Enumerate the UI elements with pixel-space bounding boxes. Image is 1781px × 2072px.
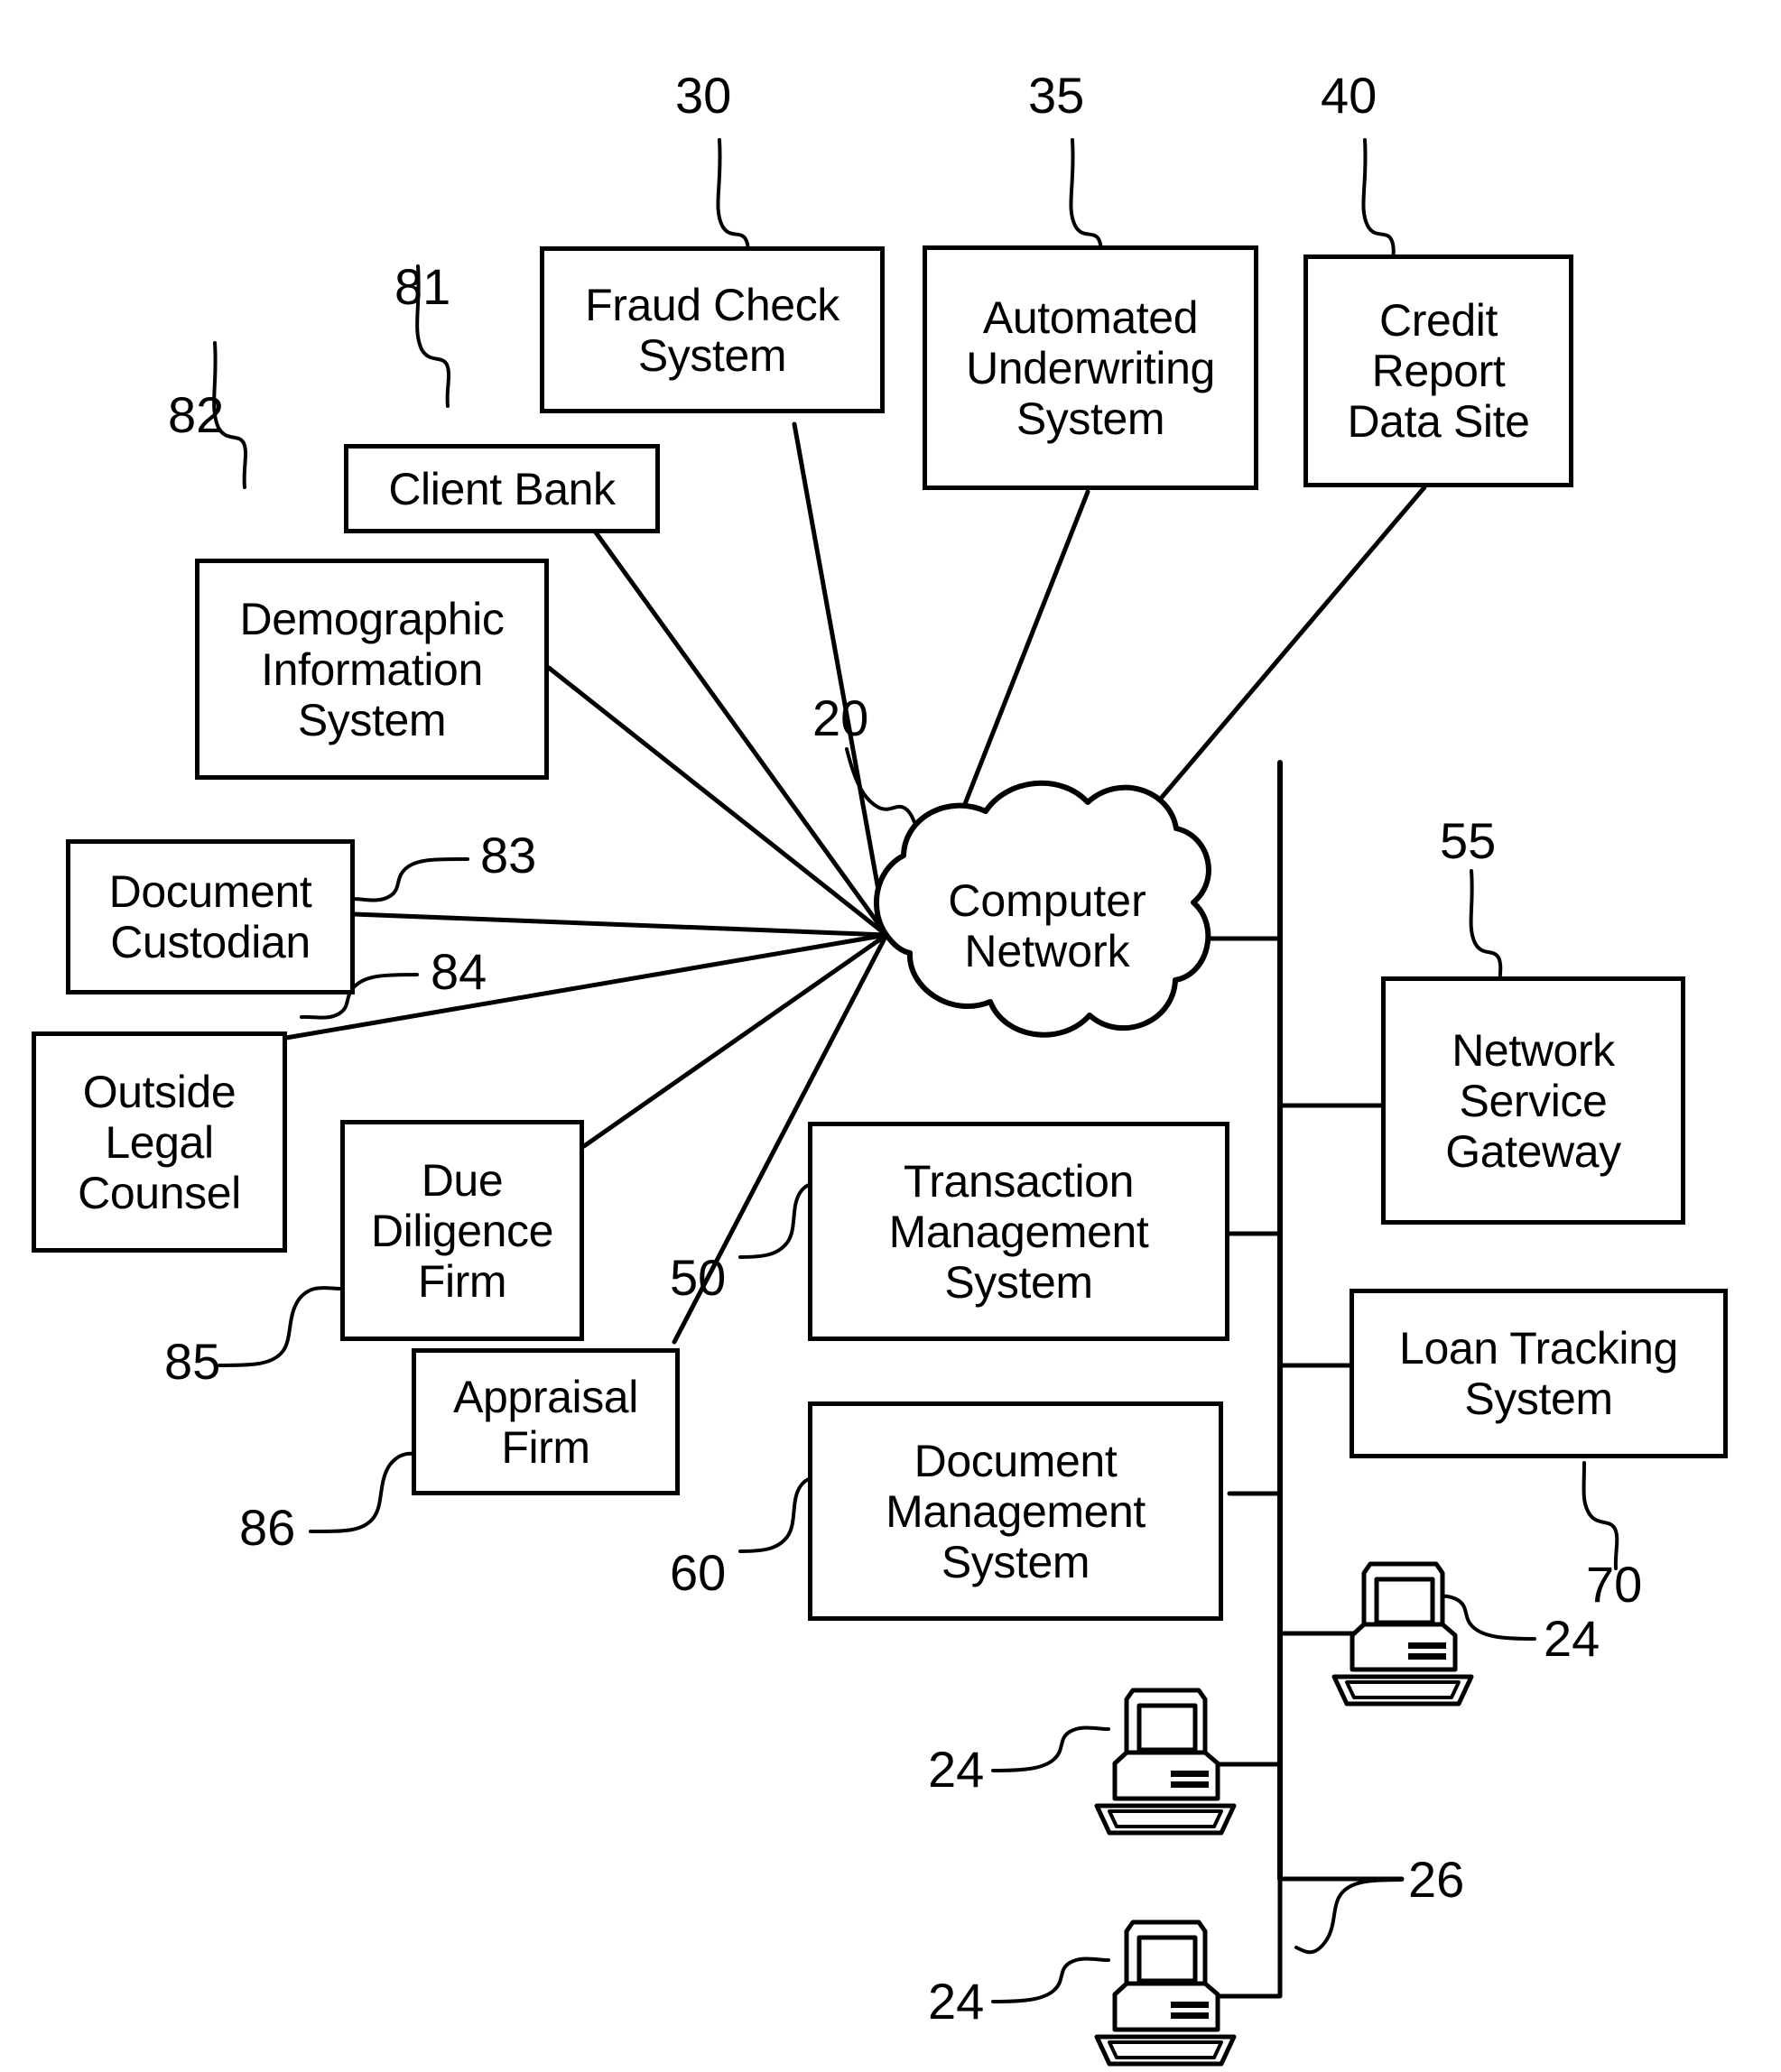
ref-numeral-83: 83 <box>480 827 537 883</box>
node-fraud-check-system[interactable]: Fraud Check System <box>540 246 885 413</box>
link-fraud-to-network <box>792 421 889 938</box>
node-label: Document Management System <box>886 1435 1146 1587</box>
node-credit-report-data-site[interactable]: Credit Report Data Site <box>1303 254 1573 487</box>
node-label: Loan Tracking System <box>1399 1323 1678 1424</box>
ref-numeral-86: 86 <box>239 1499 296 1556</box>
ref-numeral-20: 20 <box>812 689 869 746</box>
leader-26 <box>1294 1878 1404 1955</box>
leader-24-bottom <box>991 1956 1110 2003</box>
node-transaction-management-system[interactable]: Transaction Management System <box>808 1122 1229 1341</box>
node-document-management-system[interactable]: Document Management System <box>808 1401 1223 1621</box>
workstation-top-icon <box>1331 1561 1474 1707</box>
leader-85 <box>218 1286 342 1367</box>
leader-55 <box>1469 869 1503 995</box>
ref-numeral-84: 84 <box>431 943 487 1000</box>
node-label: Credit Report Data Site <box>1347 295 1530 447</box>
node-label: Due Diligence Firm <box>370 1154 554 1307</box>
ref-numeral-24-top: 24 <box>1544 1610 1600 1667</box>
leader-40 <box>1361 138 1396 274</box>
node-network-service-gateway[interactable]: Network Service Gateway <box>1381 976 1685 1225</box>
link-doccustodian-to-network <box>351 911 889 938</box>
ref-numeral-82: 82 <box>168 386 225 443</box>
link-credit-to-network <box>1127 485 1427 838</box>
node-label: Fraud Check System <box>585 279 839 381</box>
ref-numeral-50: 50 <box>670 1249 727 1306</box>
node-outside-legal-counsel[interactable]: Outside Legal Counsel <box>32 1031 287 1253</box>
node-demographic-information-system[interactable]: Demographic Information System <box>195 559 549 780</box>
ref-numeral-30: 30 <box>675 67 732 124</box>
ref-numeral-55: 55 <box>1440 812 1497 869</box>
ref-numeral-85: 85 <box>164 1333 221 1390</box>
leader-24-middle <box>991 1725 1110 1772</box>
node-client-bank[interactable]: Client Bank <box>344 444 660 533</box>
computer-network-cloud-shape <box>873 780 1211 1038</box>
node-appraisal-firm[interactable]: Appraisal Firm <box>412 1348 680 1495</box>
ref-numeral-70: 70 <box>1586 1556 1643 1613</box>
workstation-bottom-icon <box>1094 1919 1237 2067</box>
leader-70 <box>1582 1461 1619 1570</box>
ref-numeral-24-middle: 24 <box>928 1741 985 1798</box>
node-automated-underwriting-system[interactable]: Automated Underwriting System <box>923 245 1258 490</box>
node-label: Network Service Gateway <box>1445 1024 1621 1177</box>
ref-numeral-35: 35 <box>1028 67 1085 124</box>
ref-numeral-26: 26 <box>1408 1851 1465 1908</box>
link-legal-to-network <box>283 932 889 1041</box>
patent-figure: Fraud Check System Automated Underwritin… <box>0 0 1781 2072</box>
link-bus-to-workstation-bottom <box>1204 1876 1283 1999</box>
node-due-diligence-firm[interactable]: Due Diligence Firm <box>340 1120 584 1341</box>
link-duediligence-to-network <box>581 932 889 1149</box>
node-label: Client Bank <box>388 463 616 514</box>
node-document-custodian[interactable]: Document Custodian <box>66 839 355 994</box>
node-label: Automated Underwriting System <box>966 291 1215 444</box>
node-loan-tracking-system[interactable]: Loan Tracking System <box>1350 1289 1728 1458</box>
node-label: Appraisal Firm <box>453 1371 638 1473</box>
node-label: Outside Legal Counsel <box>78 1066 241 1218</box>
leader-83 <box>350 857 469 902</box>
node-label: Document Custodian <box>108 866 312 967</box>
ref-numeral-81: 81 <box>394 258 451 315</box>
ref-numeral-60: 60 <box>670 1544 727 1601</box>
ref-numeral-40: 40 <box>1321 67 1377 124</box>
node-label: Transaction Management System <box>888 1155 1149 1308</box>
node-label: Demographic Information System <box>239 593 505 745</box>
workstation-middle-icon <box>1094 1688 1237 1836</box>
ref-numeral-24-bottom: 24 <box>928 1973 985 2030</box>
